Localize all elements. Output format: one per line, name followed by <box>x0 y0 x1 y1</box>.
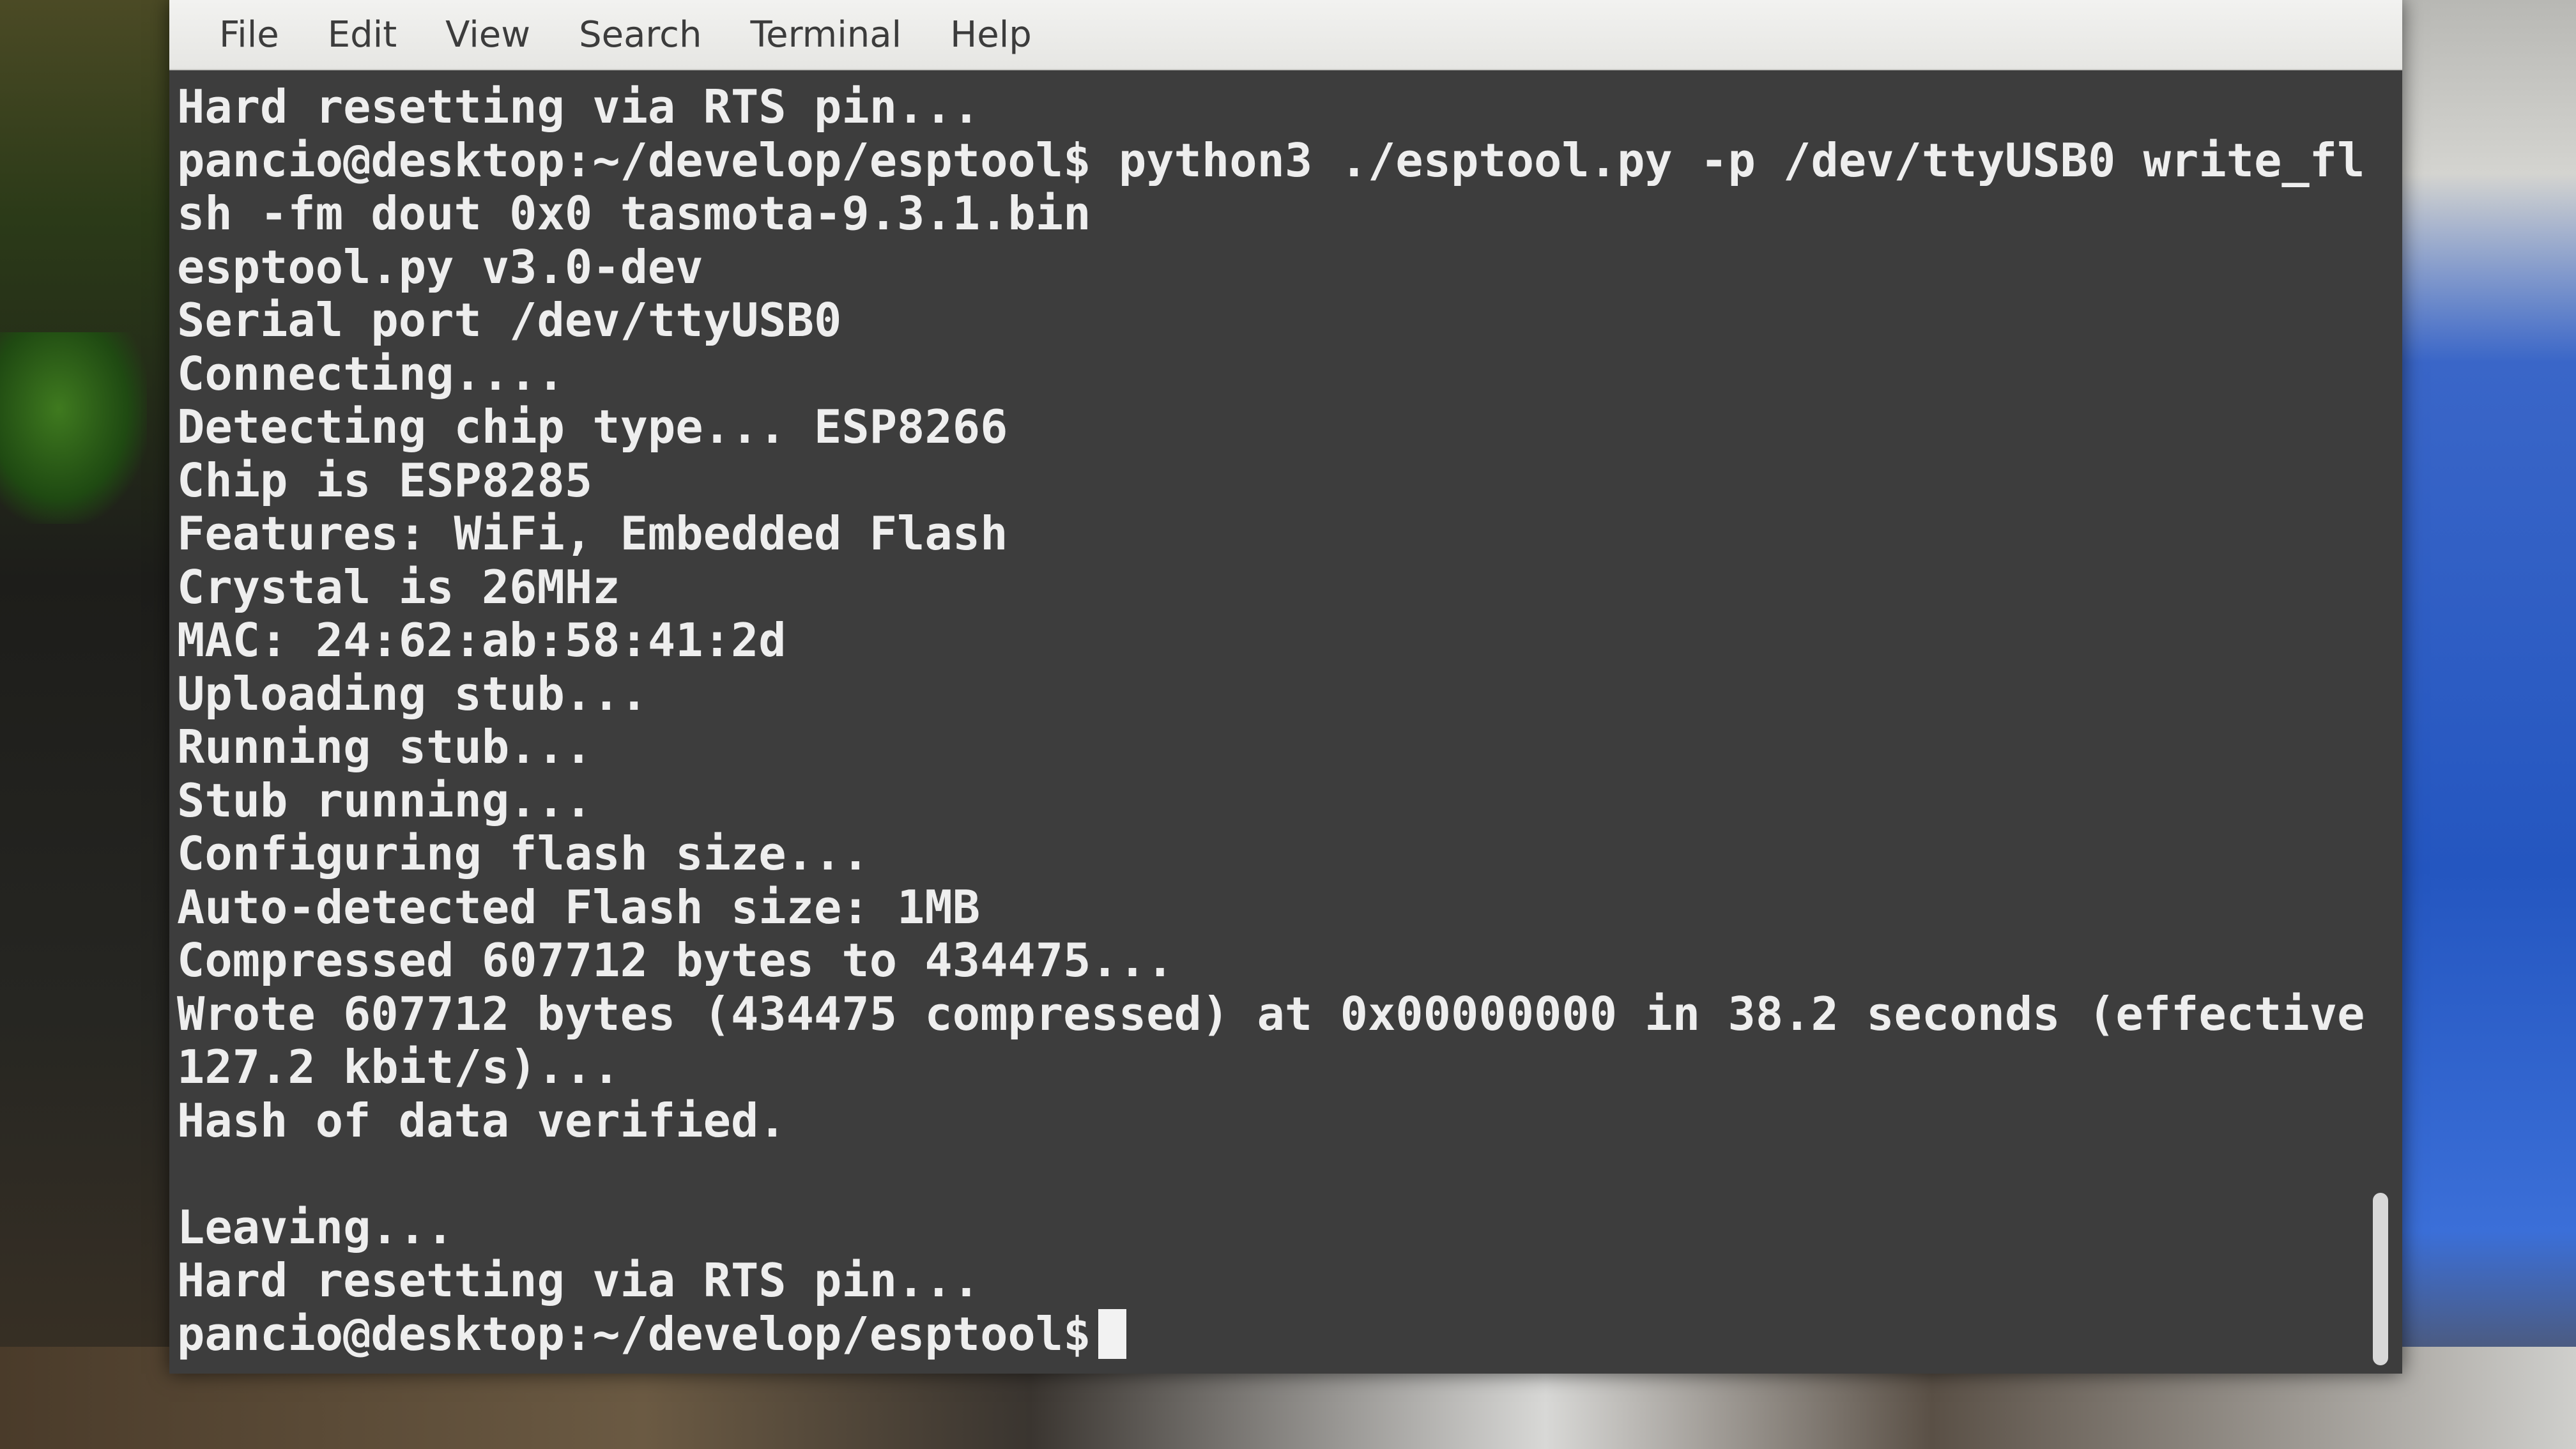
terminal-line: Hash of data verified. <box>177 1093 786 1147</box>
terminal-line: pancio@desktop:~/develop/esptool$ python… <box>177 133 2364 187</box>
menu-edit[interactable]: Edit <box>303 14 421 56</box>
text-cursor <box>1098 1309 1127 1360</box>
terminal-line: Running stub... <box>177 720 593 774</box>
terminal-line: Features: WiFi, Embedded Flash <box>177 507 1008 560</box>
terminal-line: Chip is ESP8285 <box>177 453 593 507</box>
terminal-line: Auto-detected Flash size: 1MB <box>177 880 981 934</box>
scrollbar[interactable] <box>2370 72 2393 1374</box>
command-prompt[interactable]: pancio@desktop:~/develop/esptool$ <box>177 1307 2364 1361</box>
terminal-line: sh -fm dout 0x0 tasmota-9.3.1.bin <box>177 187 1091 240</box>
terminal-line: Connecting.... <box>177 346 565 401</box>
menubar: File Edit View Search Terminal Help <box>169 0 2402 70</box>
background-plant <box>0 332 147 524</box>
menu-help[interactable]: Help <box>926 14 1056 56</box>
terminal-line: Leaving... <box>177 1200 454 1254</box>
terminal-line: Hard resetting via RTS pin... <box>177 80 981 134</box>
background-left-scene <box>0 0 185 1449</box>
terminal-line: Wrote 607712 bytes (434475 compressed) a… <box>177 986 2364 1041</box>
terminal-window: File Edit View Search Terminal Help Hard… <box>169 0 2402 1374</box>
terminal-line: MAC: 24:62:ab:58:41:2d <box>177 613 786 667</box>
terminal-line: Serial port /dev/ttyUSB0 <box>177 293 842 347</box>
menu-view[interactable]: View <box>421 14 555 56</box>
terminal-line: Crystal is 26MHz <box>177 560 620 614</box>
menu-file[interactable]: File <box>195 14 303 56</box>
terminal-line: esptool.py v3.0-dev <box>177 240 703 294</box>
scrollbar-thumb[interactable] <box>2373 1193 2388 1365</box>
prompt-text: pancio@desktop:~/develop/esptool$ <box>177 1307 1091 1361</box>
terminal-line: 127.2 kbit/s)... <box>177 1040 620 1094</box>
terminal-line: Uploading stub... <box>177 666 648 721</box>
background-right-scene <box>2397 0 2576 1449</box>
menu-terminal[interactable]: Terminal <box>726 14 926 56</box>
terminal-line: Hard resetting via RTS pin... <box>177 1254 981 1307</box>
terminal-output[interactable]: Hard resetting via RTS pin... pancio@des… <box>169 72 2364 1374</box>
terminal-line: Compressed 607712 bytes to 434475... <box>177 933 1174 987</box>
terminal-line: Configuring flash size... <box>177 827 870 880</box>
menu-search[interactable]: Search <box>555 14 726 56</box>
terminal-line: Stub running... <box>177 773 593 827</box>
terminal-line: Detecting chip type... ESP8266 <box>177 400 1008 454</box>
